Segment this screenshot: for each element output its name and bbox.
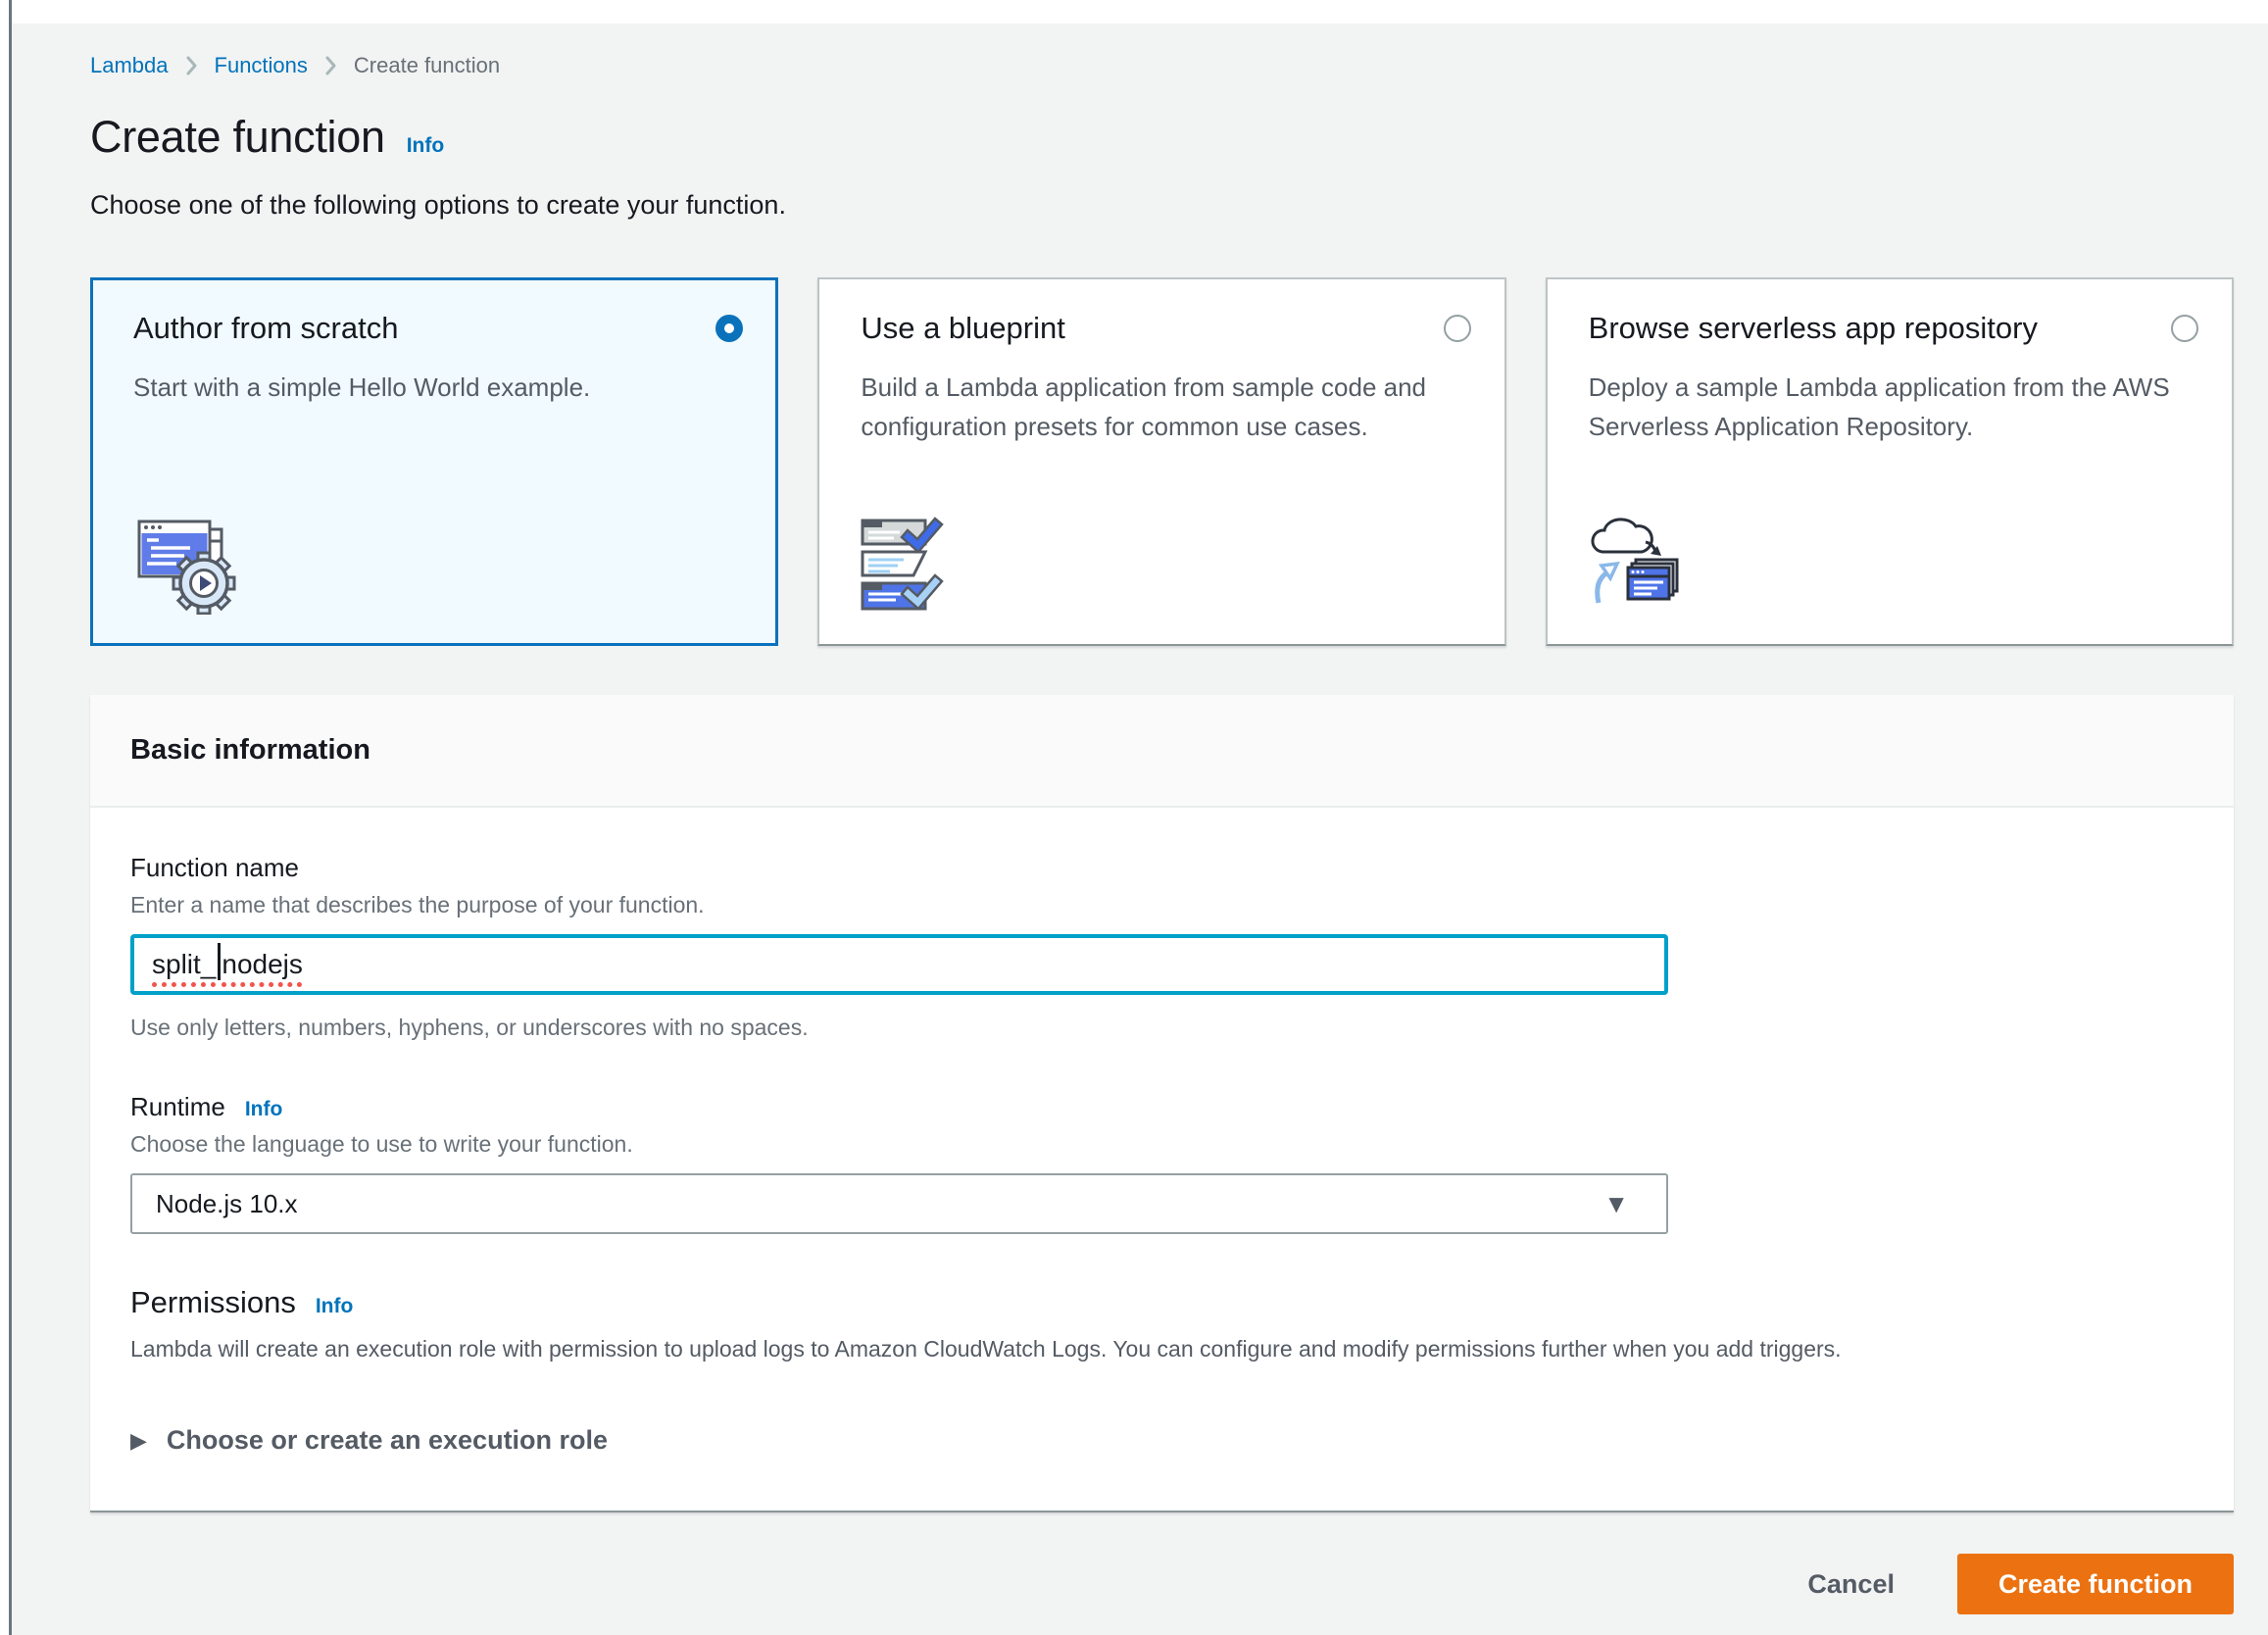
expander-arrow-icon: ▶ <box>130 1428 147 1454</box>
card-use-a-blueprint[interactable]: Use a blueprint Build a Lambda applicati… <box>817 277 1505 646</box>
input-text-after-cursor: nodejs <box>222 949 303 980</box>
panel-header: Basic information <box>90 695 2234 808</box>
breadcrumb-functions[interactable]: Functions <box>215 53 308 78</box>
breadcrumb: Lambda Functions Create function <box>90 53 2234 78</box>
function-name-input[interactable]: split_nodejs <box>130 934 1668 995</box>
window-left-divider <box>9 0 12 1635</box>
function-name-label: Function name <box>130 853 2194 883</box>
chevron-right-icon <box>325 56 336 75</box>
create-function-button[interactable]: Create function <box>1957 1554 2234 1614</box>
chevron-right-icon <box>186 56 197 75</box>
runtime-description: Choose the language to use to write your… <box>130 1131 2194 1158</box>
window-left-edge <box>0 0 9 1635</box>
radio-selected-icon[interactable] <box>715 315 743 342</box>
card-description: Build a Lambda application from sample c… <box>861 368 1449 446</box>
execution-role-expander[interactable]: ▶ Choose or create an execution role <box>130 1425 2194 1465</box>
permissions-description: Lambda will create an execution role wit… <box>130 1336 2194 1362</box>
card-browse-serverless-app-repository[interactable]: Browse serverless app repository Deploy … <box>1546 277 2234 646</box>
card-author-from-scratch[interactable]: Author from scratch Start with a simple … <box>90 277 778 646</box>
card-description: Start with a simple Hello World example. <box>133 368 721 407</box>
radio-unselected-icon[interactable] <box>1444 315 1471 342</box>
panel-title: Basic information <box>130 734 2194 767</box>
function-name-hint: Use only letters, numbers, hyphens, or u… <box>130 1015 2194 1041</box>
card-title: Author from scratch <box>133 311 398 346</box>
expander-label: Choose or create an execution role <box>167 1425 608 1456</box>
title-info-link[interactable]: Info <box>407 134 444 158</box>
breadcrumb-current: Create function <box>354 53 500 78</box>
blueprint-icon <box>861 517 1470 615</box>
cancel-button[interactable]: Cancel <box>1807 1569 1895 1600</box>
card-title: Use a blueprint <box>861 311 1065 346</box>
card-title: Browse serverless app repository <box>1589 311 2038 346</box>
runtime-selected-value: Node.js 10.x <box>156 1189 298 1219</box>
page-subtitle: Choose one of the following options to c… <box>90 190 2234 221</box>
serverless-repo-icon <box>1589 517 2198 615</box>
permissions-heading: Permissions <box>130 1285 296 1320</box>
radio-unselected-icon[interactable] <box>2171 315 2198 342</box>
basic-information-panel: Basic information Function name Enter a … <box>90 695 2234 1512</box>
creation-option-cards: Author from scratch Start with a simple … <box>90 277 2234 646</box>
function-name-description: Enter a name that describes the purpose … <box>130 892 2194 918</box>
author-from-scratch-icon <box>133 517 743 615</box>
permissions-info-link[interactable]: Info <box>316 1295 353 1318</box>
text-cursor <box>218 943 221 980</box>
runtime-info-link[interactable]: Info <box>245 1098 282 1121</box>
create-function-page: Lambda Functions Create function Create … <box>0 0 2268 1614</box>
footer-actions: Cancel Create function <box>90 1554 2234 1614</box>
page-title: Create function <box>90 112 385 163</box>
runtime-label: Runtime <box>130 1092 225 1122</box>
breadcrumb-lambda[interactable]: Lambda <box>90 53 169 78</box>
dropdown-caret-icon: ▼ <box>1603 1189 1629 1219</box>
runtime-select[interactable]: Node.js 10.x ▼ <box>130 1173 1668 1234</box>
card-description: Deploy a sample Lambda application from … <box>1589 368 2177 446</box>
panel-body: Function name Enter a name that describe… <box>90 808 2234 1511</box>
input-text-before-cursor: split_ <box>152 949 216 980</box>
